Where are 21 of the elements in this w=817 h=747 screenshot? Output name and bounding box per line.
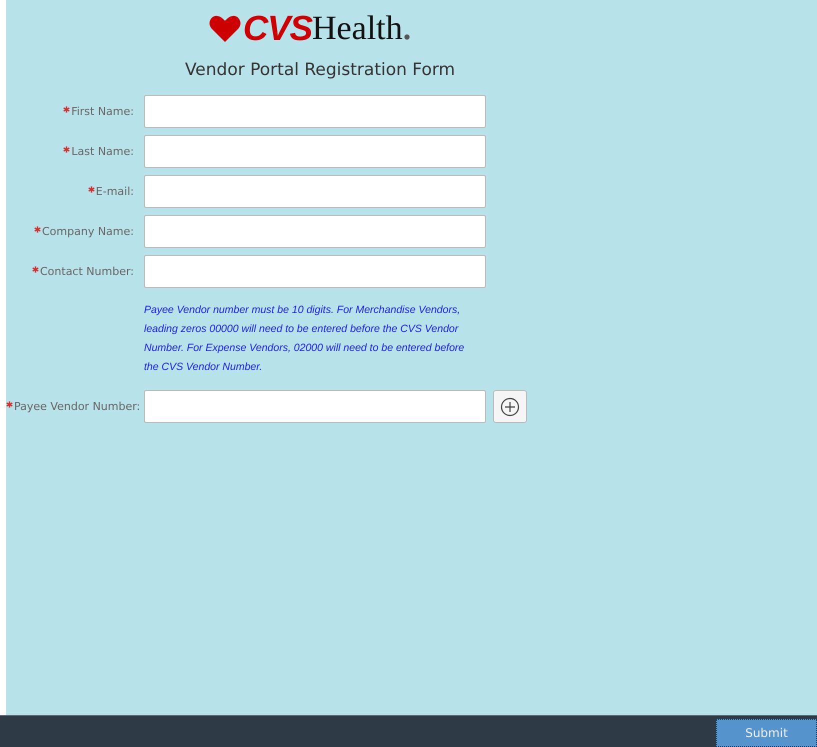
field-label: E-mail: xyxy=(96,185,134,198)
input-field[interactable] xyxy=(144,215,486,248)
field-label: First Name: xyxy=(71,105,134,118)
logo-wordmark: Health xyxy=(312,12,403,46)
help-text: Payee Vendor number must be 10 digits. For Merchandise Vendors, leading zeros 00000 will need to be entered before the CVS Vendor Number. For Expense Vendors, 02000 will need to be entered before the CVS Vendor Number. xyxy=(144,303,466,375)
heart-icon xyxy=(209,15,241,42)
field-label: Contact Number: xyxy=(40,265,134,278)
input-field[interactable] xyxy=(144,255,486,288)
registered-mark-icon xyxy=(404,34,410,40)
input-field[interactable] xyxy=(144,135,486,168)
logo-brand: CVS xyxy=(243,12,312,46)
add-button[interactable] xyxy=(493,390,527,423)
submit-button[interactable]: Submit xyxy=(716,719,817,747)
field-label: Company Name: xyxy=(42,225,134,238)
form-title: Vendor Portal Registration Form xyxy=(185,60,456,80)
input-field[interactable] xyxy=(144,175,486,208)
input-field[interactable] xyxy=(144,390,486,423)
input-field[interactable] xyxy=(144,95,486,128)
field-label: Last Name: xyxy=(71,145,134,158)
plus-circle-icon xyxy=(500,396,520,416)
field-label: Payee Vendor Number: xyxy=(14,400,140,413)
